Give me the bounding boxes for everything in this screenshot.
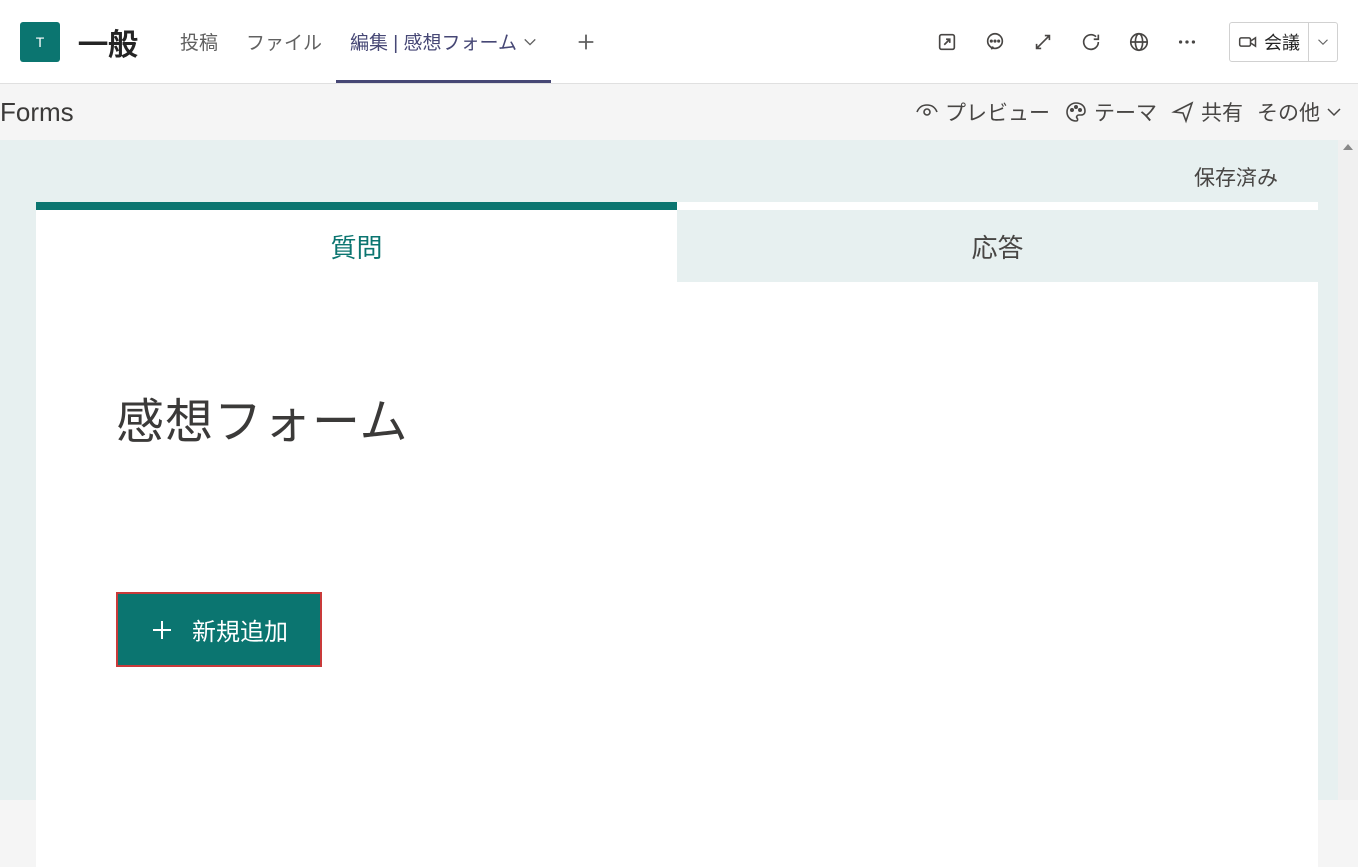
theme-button[interactable]: テーマ [1064, 97, 1157, 127]
form-tab-responses[interactable]: 応答 [677, 210, 1318, 282]
forms-toolbar: Forms プレビュー テーマ 共有 その他 [0, 84, 1358, 140]
globe-icon[interactable] [1125, 28, 1153, 56]
refresh-icon[interactable] [1077, 28, 1105, 56]
tab-posts[interactable]: 投稿 [166, 0, 232, 83]
channel-tabs: 投稿 ファイル 編集 | 感想フォーム [166, 0, 597, 83]
add-new-button[interactable]: 新規追加 [116, 592, 322, 667]
scrollbar[interactable] [1338, 140, 1358, 800]
meet-button-group: 会議 [1229, 22, 1338, 62]
add-new-label: 新規追加 [192, 612, 288, 647]
header-actions: 会議 [933, 22, 1338, 62]
team-avatar[interactable]: T [20, 22, 60, 62]
more-icon[interactable] [1173, 28, 1201, 56]
meet-button-label: 会議 [1264, 29, 1300, 55]
scroll-up-icon[interactable] [1343, 144, 1353, 150]
preview-button[interactable]: プレビュー [915, 97, 1050, 127]
share-label: 共有 [1201, 97, 1243, 127]
forms-content-area: 保存済み 質問 応答 感想フォーム 新規追加 [0, 140, 1358, 800]
tab-files[interactable]: ファイル [232, 0, 336, 83]
form-card: 質問 応答 感想フォーム 新規追加 [36, 202, 1318, 867]
saved-status: 保存済み [1194, 162, 1278, 192]
tab-edit-form-label: 編集 | 感想フォーム [350, 28, 517, 55]
plus-icon [150, 618, 174, 642]
form-tab-questions[interactable]: 質問 [36, 210, 677, 282]
forms-actions: プレビュー テーマ 共有 その他 [915, 97, 1342, 127]
share-button[interactable]: 共有 [1171, 97, 1243, 127]
theme-label: テーマ [1094, 97, 1157, 127]
other-button[interactable]: その他 [1257, 97, 1342, 127]
chat-icon[interactable] [981, 28, 1009, 56]
meet-dropdown[interactable] [1309, 22, 1338, 62]
add-tab-button[interactable] [575, 31, 597, 53]
form-accent-bar [36, 202, 677, 210]
popout-icon[interactable] [933, 28, 961, 56]
team-avatar-letter: T [36, 34, 45, 50]
meet-button[interactable]: 会議 [1229, 22, 1309, 62]
channel-name: 一般 [78, 20, 138, 64]
teams-header: T 一般 投稿 ファイル 編集 | 感想フォーム [0, 0, 1358, 84]
tab-edit-form[interactable]: 編集 | 感想フォーム [336, 0, 551, 83]
preview-label: プレビュー [945, 97, 1050, 127]
form-tabs: 質問 応答 [36, 210, 1318, 282]
form-title[interactable]: 感想フォーム [116, 382, 1238, 452]
forms-app-name: Forms [0, 97, 74, 128]
form-body: 感想フォーム 新規追加 [36, 282, 1318, 867]
other-label: その他 [1257, 97, 1320, 127]
expand-icon[interactable] [1029, 28, 1057, 56]
chevron-down-icon[interactable] [523, 35, 537, 49]
